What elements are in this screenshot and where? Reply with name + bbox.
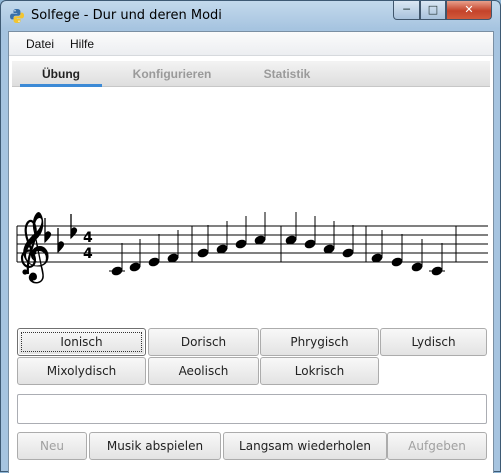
- minimize-button[interactable]: ─: [393, 1, 420, 20]
- play-music-button[interactable]: Musik abspielen: [89, 432, 221, 460]
- mode-button-aeolisch[interactable]: Aeolisch: [148, 357, 259, 385]
- python-icon: [9, 8, 25, 24]
- music-staff: 𝄞 4 4: [16, 211, 488, 283]
- tab-bar: Übung Konfigurieren Statistik: [12, 61, 490, 87]
- mode-button-lydisch[interactable]: Lydisch: [380, 328, 487, 356]
- mode-button-ionisch[interactable]: Ionisch: [17, 328, 146, 356]
- mode-button-lokrisch[interactable]: Lokrisch: [260, 357, 379, 385]
- treble-clef-icon: 𝄞: [16, 211, 51, 283]
- repeat-slowly-button[interactable]: Langsam wiederholen: [223, 432, 387, 460]
- time-signature: 4 4: [83, 230, 93, 262]
- mode-button-mixolydisch[interactable]: Mixolydisch: [17, 357, 146, 385]
- window-title: Solfege - Dur und deren Modi: [31, 8, 222, 23]
- new-button[interactable]: Neu: [17, 432, 87, 460]
- menu-datei[interactable]: Datei: [26, 37, 54, 51]
- give-up-button[interactable]: Aufgeben: [387, 432, 487, 460]
- answer-field[interactable]: [17, 394, 487, 424]
- client-area: Datei Hilfe Übung Konfigurieren Statisti…: [8, 31, 494, 473]
- active-tab-indicator: [20, 84, 102, 87]
- app-window: Solfege - Dur und deren Modi ─ □ ✕ Datei…: [0, 0, 501, 473]
- svg-text:4: 4: [83, 246, 93, 262]
- close-button[interactable]: ✕: [446, 1, 492, 20]
- menu-hilfe[interactable]: Hilfe: [70, 37, 94, 51]
- maximize-button[interactable]: □: [420, 1, 446, 20]
- tab-statistik[interactable]: Statistik: [247, 61, 327, 87]
- menu-bar: Datei Hilfe: [9, 32, 493, 56]
- mode-button-dorisch[interactable]: Dorisch: [148, 328, 259, 356]
- mode-button-phrygisch[interactable]: Phrygisch: [260, 328, 379, 356]
- svg-text:4: 4: [83, 230, 93, 246]
- tab-konfigurieren[interactable]: Konfigurieren: [122, 61, 222, 87]
- title-bar[interactable]: Solfege - Dur und deren Modi ─ □ ✕: [1, 1, 500, 31]
